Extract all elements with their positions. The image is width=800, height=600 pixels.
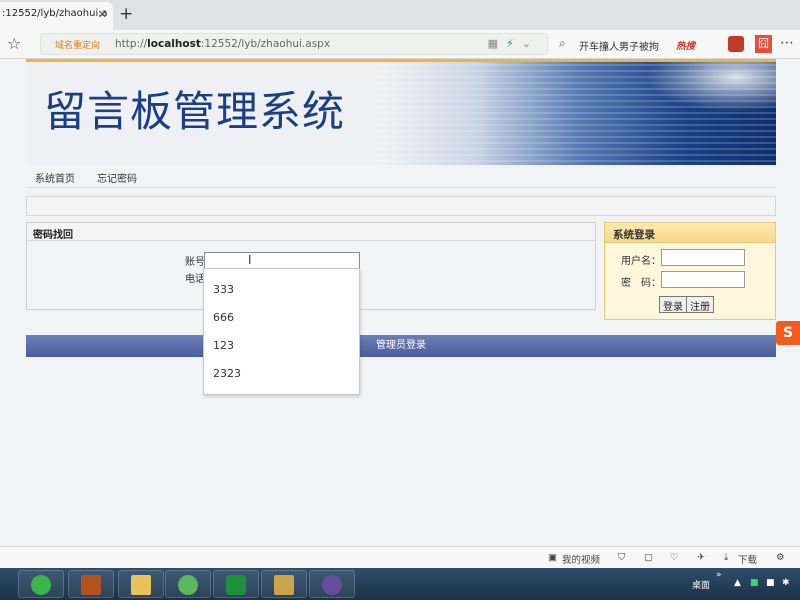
taskbar-app-green[interactable] [213, 570, 259, 598]
autocomplete-dropdown: 333 666 123 2323 [203, 268, 360, 395]
lightning-icon[interactable]: ⚡ [506, 37, 522, 50]
my-videos-link[interactable]: 我的视频 [562, 552, 600, 566]
browser-status-bar: ▣ 我的视频 ⛉ ▢ ♡ ✈ ⤓ 下载 ⚙ [0, 546, 800, 568]
folder-icon [131, 575, 151, 595]
password-label: 密 码： [621, 278, 661, 289]
heart-icon[interactable]: ♡ [670, 552, 679, 563]
download-link[interactable]: 下载 [738, 552, 757, 566]
phone-label: 电话 [185, 274, 205, 285]
tab-title: :12552/lyb/zhaohui.a [2, 8, 108, 19]
sogou-input-icon[interactable]: S [776, 321, 800, 345]
desktop-label[interactable]: 桌面 [692, 578, 710, 591]
site-title: 留言板管理系统 [44, 87, 346, 136]
url-text: http://localhost:12552/lyb/zhaohui.aspx [115, 38, 330, 50]
address-bar-row: ☆ 域名重定向 http://localhost:12552/lyb/zhaoh… [0, 30, 800, 59]
browser-tab-bar: :12552/lyb/zhaohui.a ✕ + [0, 0, 800, 30]
url-host: localhost [147, 38, 201, 50]
taskbar-app-visual-studio[interactable] [309, 570, 355, 598]
app-icon [226, 575, 246, 595]
image-icon[interactable]: ▢ [644, 552, 653, 563]
search-suggestion[interactable]: 开车撞人男子被拘 [579, 38, 659, 53]
new-tab-icon[interactable]: + [119, 4, 133, 24]
search-icon[interactable]: ⌕ [559, 36, 566, 51]
search-box[interactable]: ⌕ 开车撞人男子被拘 热搜 [556, 33, 722, 55]
account-label: 账号 [185, 257, 205, 268]
url-prefix: http:// [115, 38, 148, 50]
chevron-down-icon[interactable]: ⌄ [522, 37, 539, 50]
autocomplete-option[interactable]: 123 [204, 331, 359, 359]
feather-icon[interactable]: ✈ [697, 552, 705, 563]
panel-heading: 密码找回 [27, 223, 595, 241]
text-cursor-icon: I [248, 253, 252, 267]
tray-app-icon[interactable]: ✱ [782, 578, 790, 588]
autocomplete-option[interactable]: 2323 [204, 359, 359, 387]
os-taskbar: 桌面 » ▲ ■ ■ ✱ [0, 568, 800, 600]
bookmark-star-icon[interactable]: ☆ [7, 34, 21, 53]
login-panel: 系统登录 用户名： 密 码： 登录 注册 [604, 222, 776, 320]
url-field[interactable]: 域名重定向 http://localhost:12552/lyb/zhaohui… [40, 33, 548, 55]
extension-icon[interactable]: 囧 [755, 35, 772, 53]
taskbar-app-tools[interactable] [261, 570, 307, 598]
chevron-icon[interactable]: » [716, 570, 722, 580]
shield-icon[interactable]: ⛉ [618, 552, 625, 563]
download-icon[interactable]: ⤓ [724, 552, 728, 563]
nav-bar: 系统首页 忘记密码 [26, 167, 776, 188]
extension-icon[interactable] [728, 36, 744, 52]
taskbar-app-book[interactable] [68, 570, 114, 598]
tray-arrow-icon[interactable]: ▲ [734, 578, 741, 588]
redirect-badge[interactable]: 域名重定向 [55, 38, 100, 51]
admin-login-bar[interactable]: 管理员登录 [26, 335, 776, 357]
tools-icon [274, 575, 294, 595]
username-label: 用户名： [621, 256, 661, 267]
tray-app-icon[interactable]: ■ [766, 578, 775, 588]
grid-icon[interactable]: ▦ [488, 37, 506, 50]
taskbar-app-browser[interactable] [18, 570, 64, 598]
username-input[interactable] [661, 249, 745, 266]
nav-forgot-password-link[interactable]: 忘记密码 [92, 170, 142, 185]
header-banner: 留言板管理系统 [26, 59, 776, 165]
taskbar-app-explorer[interactable] [118, 570, 164, 598]
password-input[interactable] [661, 271, 745, 288]
nav-home-link[interactable]: 系统首页 [30, 170, 80, 185]
banner-glow [646, 62, 776, 112]
video-icon[interactable]: ▣ [548, 552, 557, 563]
tray-app-icon[interactable]: ■ [750, 578, 759, 588]
book-icon [81, 575, 101, 595]
url-path: :12552/lyb/zhaohui.aspx [200, 38, 331, 50]
register-button[interactable]: 注册 [686, 296, 714, 313]
login-heading: 系统登录 [605, 223, 775, 243]
close-tab-icon[interactable]: ✕ [98, 8, 107, 21]
browser-icon [31, 575, 51, 595]
url-action-icons[interactable]: ▦⚡⌄ [488, 37, 539, 50]
autocomplete-option[interactable]: 333 [204, 275, 359, 303]
visual-studio-icon [322, 575, 342, 595]
hot-search-badge[interactable]: 热搜 [676, 38, 695, 52]
info-bar [26, 196, 776, 216]
autocomplete-option[interactable]: 666 [204, 303, 359, 331]
taskbar-app-dreamweaver[interactable] [165, 570, 211, 598]
login-button[interactable]: 登录 [659, 296, 687, 313]
settings-icon[interactable]: ⚙ [776, 552, 785, 563]
browser-tab[interactable]: :12552/lyb/zhaohui.a ✕ [0, 2, 113, 30]
account-input[interactable]: I [204, 252, 360, 269]
web-page: 留言板管理系统 系统首页 忘记密码 密码找回 账号 电话 I 系统登录 用户名：… [0, 59, 800, 546]
menu-icon[interactable]: ⋯ [780, 35, 794, 51]
app-icon [178, 575, 198, 595]
